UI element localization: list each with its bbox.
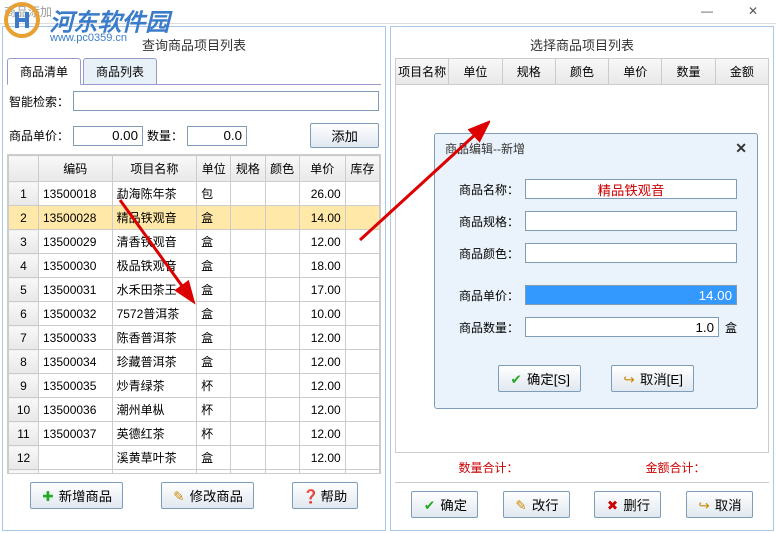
window-title: 商品添加 [4, 3, 52, 20]
dlg-price-input[interactable] [525, 285, 737, 305]
table-row[interactable]: 1013500036潮州单枞杯12.00 [9, 398, 380, 422]
table-row[interactable]: 913500035炒青绿茶杯12.00 [9, 374, 380, 398]
left-panel: 查询商品项目列表 商品清单 商品列表 智能检索： 商品单价： 数量： 添加 编码… [2, 26, 386, 531]
tab-product-list[interactable]: 商品清单 [7, 58, 81, 85]
exit-icon: ↪ [697, 498, 711, 512]
col-header: 颜色 [556, 59, 609, 84]
table-row[interactable]: 413500030极品铁观音盒18.00 [9, 254, 380, 278]
tab-item-list[interactable]: 商品列表 [83, 58, 157, 84]
dlg-spec-label: 商品规格： [455, 213, 525, 230]
col-header[interactable]: 单价 [299, 156, 345, 182]
col-header: 单价 [609, 59, 662, 84]
table-row[interactable]: 713500033陈香普洱茶盒12.00 [9, 326, 380, 350]
confirm-button[interactable]: ✔确定 [411, 491, 478, 518]
table-row[interactable]: 213500028精品铁观音盒14.00 [9, 206, 380, 230]
help-icon: ❓ [303, 489, 317, 503]
right-table-header: 项目名称单位规格颜色单价数量金额 [395, 58, 769, 85]
table-row[interactable]: 1113500037英德红茶杯12.00 [9, 422, 380, 446]
table-row[interactable]: 113500018勐海陈年茶包26.00 [9, 182, 380, 206]
edit-product-button[interactable]: ✎修改商品 [161, 482, 254, 509]
col-header[interactable]: 项目名称 [112, 156, 197, 182]
dlg-name-label: 商品名称： [455, 181, 525, 198]
table-row[interactable]: 6135000327572普洱茶盒10.00 [9, 302, 380, 326]
delete-row-button[interactable]: ✖删行 [594, 491, 661, 518]
dialog-close-button[interactable]: ✕ [735, 140, 747, 157]
col-header[interactable]: 单位 [197, 156, 231, 182]
dlg-qty-input[interactable] [525, 317, 719, 337]
qty-label: 数量： [147, 127, 183, 144]
dlg-color-input[interactable] [525, 243, 737, 263]
col-header[interactable]: 颜色 [265, 156, 299, 182]
col-header: 项目名称 [396, 59, 449, 84]
col-header: 数量 [662, 59, 715, 84]
add-button[interactable]: 添加 [310, 123, 379, 148]
dlg-cancel-button[interactable]: ↪取消[E] [611, 365, 694, 392]
qty-total-label: 数量合计： [458, 459, 518, 476]
col-header[interactable]: 规格 [231, 156, 265, 182]
check-icon: ✔ [422, 498, 436, 512]
product-edit-dialog: 商品编辑--新增 ✕ 商品名称： 商品规格： 商品颜色： 商品单价： 商品数量：… [434, 133, 758, 409]
price-input[interactable] [73, 126, 143, 146]
qty-input[interactable] [187, 126, 247, 146]
left-panel-title: 查询商品项目列表 [7, 31, 381, 58]
add-icon: ✚ [41, 489, 55, 503]
check-icon: ✔ [509, 372, 523, 386]
table-row[interactable]: 513500031水禾田茶王盒17.00 [9, 278, 380, 302]
left-tabs: 商品清单 商品列表 [7, 58, 381, 85]
col-header: 规格 [503, 59, 556, 84]
edit-icon: ✎ [514, 498, 528, 512]
title-bar: 商品添加 — ✕ [0, 0, 776, 24]
delete-icon: ✖ [605, 498, 619, 512]
table-row[interactable]: 813500034珍藏普洱茶盒12.00 [9, 350, 380, 374]
price-label: 商品单价： [9, 127, 69, 144]
new-product-button[interactable]: ✚新增商品 [30, 482, 123, 509]
close-button[interactable]: ✕ [730, 0, 776, 22]
edit-icon: ✎ [172, 489, 186, 503]
col-header[interactable]: 库存 [345, 156, 379, 182]
smart-search-label: 智能检索： [9, 93, 69, 110]
cancel-button[interactable]: ↪取消 [686, 491, 753, 518]
edit-row-button[interactable]: ✎改行 [503, 491, 570, 518]
product-table: 编码项目名称单位规格颜色单价库存 113500018勐海陈年茶包26.00213… [8, 155, 380, 474]
dlg-ok-button[interactable]: ✔确定[S] [498, 365, 581, 392]
table-row[interactable]: 12溪黄草叶茶盒12.00 [9, 446, 380, 470]
minimize-button[interactable]: — [684, 0, 730, 22]
dlg-qty-unit: 盒 [725, 319, 737, 336]
dlg-color-label: 商品颜色： [455, 245, 525, 262]
product-table-wrap[interactable]: 编码项目名称单位规格颜色单价库存 113500018勐海陈年茶包26.00213… [7, 154, 381, 474]
col-header: 金额 [716, 59, 768, 84]
dlg-price-label: 商品单价： [455, 287, 525, 304]
right-panel: 选择商品项目列表 项目名称单位规格颜色单价数量金额 商品编辑--新增 ✕ 商品名… [390, 26, 774, 531]
right-body: 商品编辑--新增 ✕ 商品名称： 商品规格： 商品颜色： 商品单价： 商品数量：… [395, 85, 769, 453]
exit-icon: ↪ [622, 372, 636, 386]
right-panel-title: 选择商品项目列表 [395, 31, 769, 58]
smart-search-input[interactable] [73, 91, 379, 111]
help-button[interactable]: ❓帮助 [292, 482, 359, 509]
col-header: 单位 [449, 59, 502, 84]
table-row[interactable]: 313500029清香铁观音盒12.00 [9, 230, 380, 254]
dialog-title: 商品编辑--新增 [445, 140, 525, 157]
dlg-qty-label: 商品数量： [455, 319, 525, 336]
amt-total-label: 金额合计： [645, 459, 705, 476]
dlg-name-input[interactable] [525, 179, 737, 199]
dlg-spec-input[interactable] [525, 211, 737, 231]
col-header[interactable]: 编码 [39, 156, 113, 182]
